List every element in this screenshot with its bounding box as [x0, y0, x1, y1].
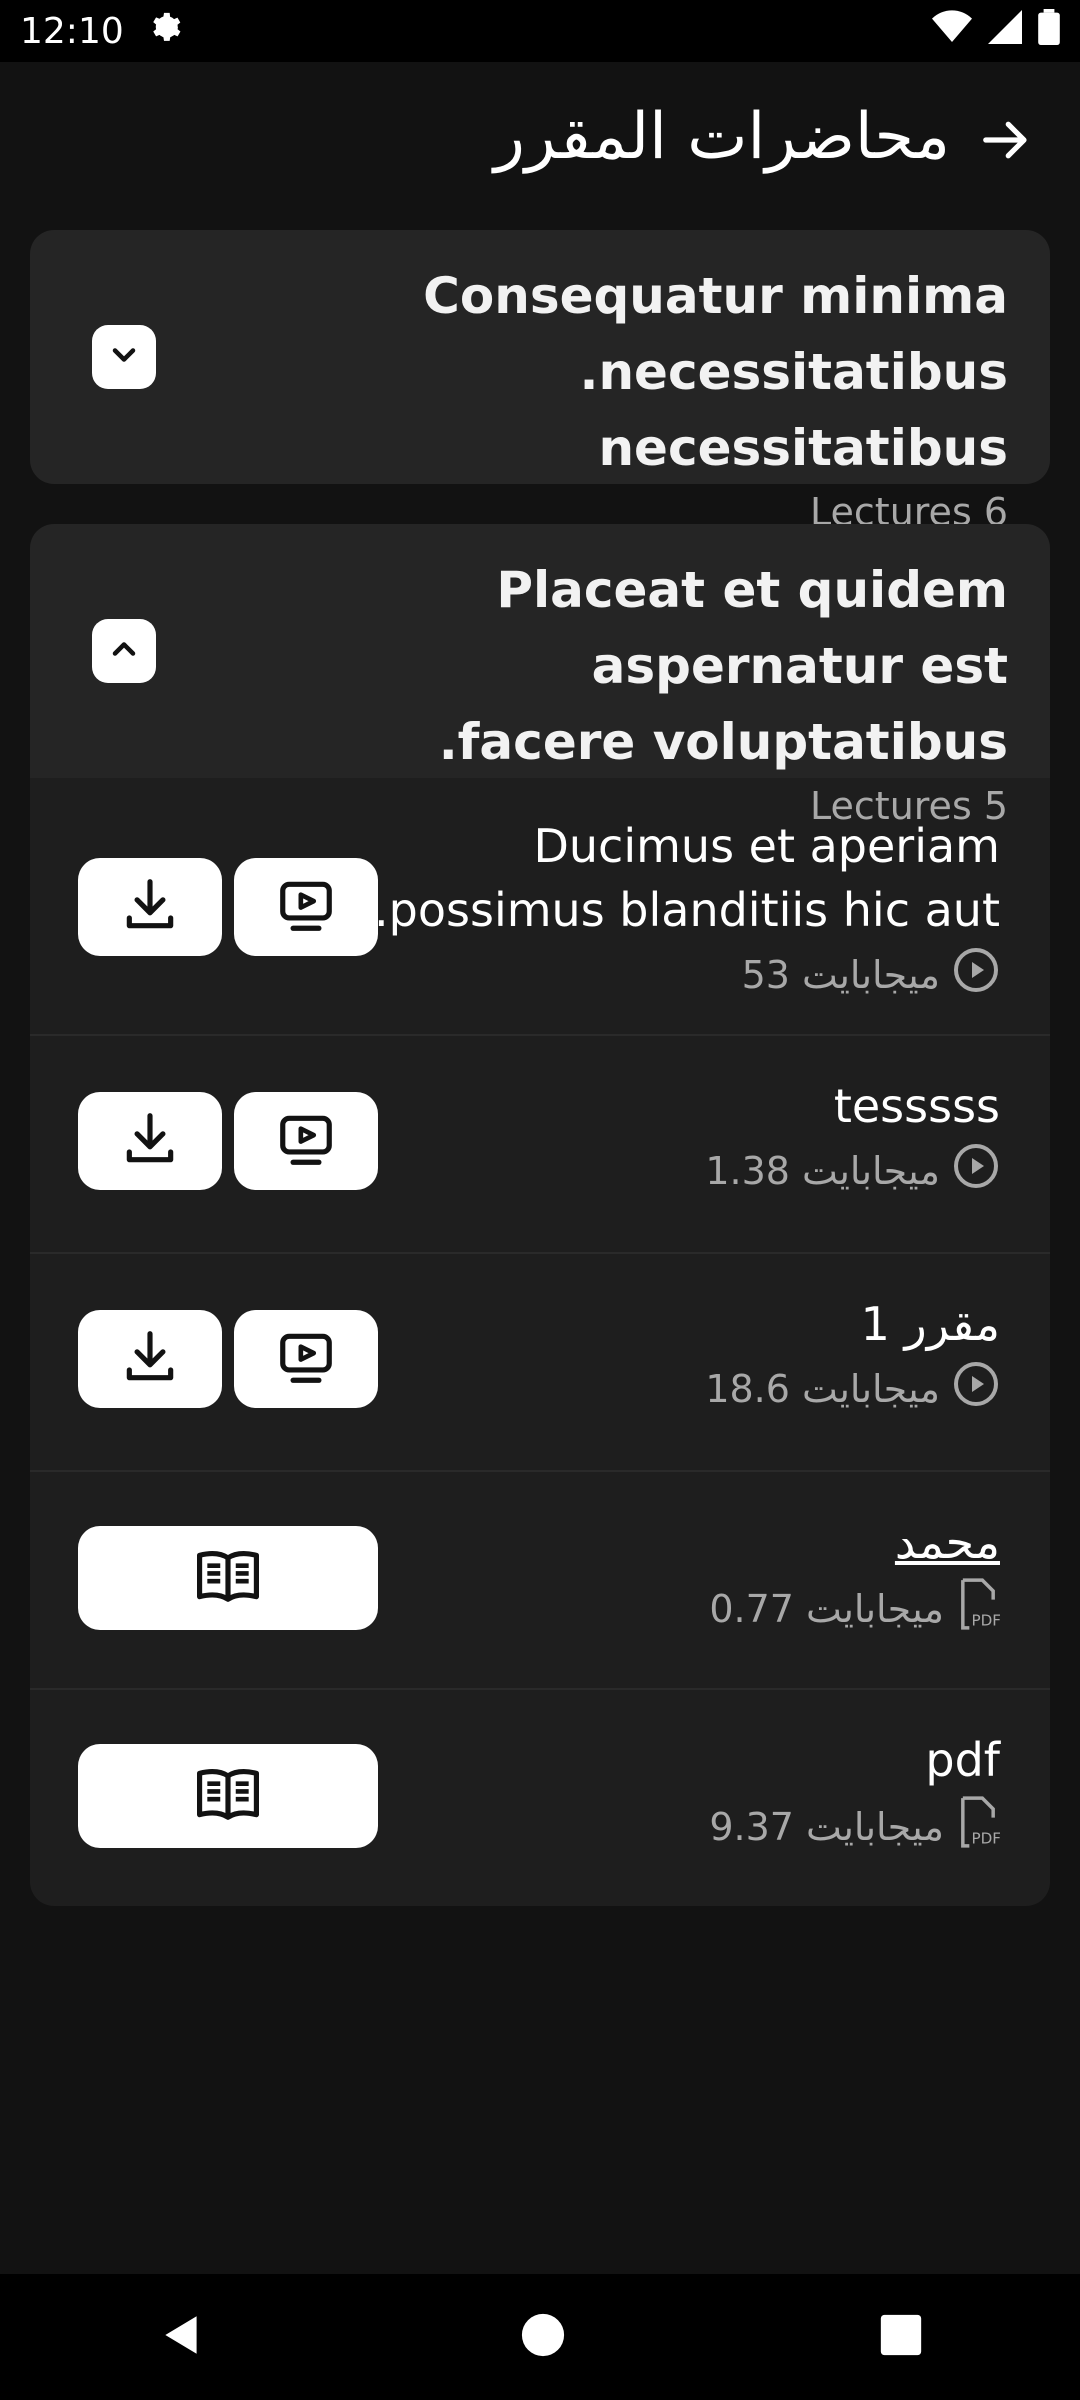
watch-button[interactable]	[234, 858, 378, 956]
download-button[interactable]	[78, 1092, 222, 1190]
download-icon	[119, 874, 181, 940]
video-player-icon	[275, 1108, 337, 1174]
file-size: 0.77 ميجابايت	[709, 1586, 944, 1631]
section-title-line: Placeat et quidem aspernatur est	[496, 561, 1008, 695]
section-title-line: Consequatur minima	[423, 267, 1008, 325]
collapse-button[interactable]	[92, 619, 156, 683]
status-right	[932, 8, 1060, 54]
play-circle-icon	[952, 1360, 1000, 1417]
video-player-icon	[275, 1326, 337, 1392]
file-size: 18.6 ميجابايت	[705, 1366, 940, 1411]
list-item: Ducimus et aperiam .possimus blanditiis …	[30, 778, 1050, 1034]
file-size: 1.38 ميجابايت	[705, 1148, 940, 1193]
file-size: 53 ميجابايت	[741, 952, 940, 997]
expand-button[interactable]	[92, 325, 156, 389]
download-button[interactable]	[78, 858, 222, 956]
file-size: 9.37 ميجابايت	[709, 1804, 944, 1849]
back-button[interactable]	[976, 112, 1036, 172]
chevron-down-icon	[106, 337, 142, 377]
open-book-icon	[194, 1763, 262, 1829]
chevron-up-icon	[106, 631, 142, 671]
section-header[interactable]: Placeat et quidem aspernatur est .facere…	[30, 524, 1050, 828]
status-time: 12:10	[20, 10, 124, 52]
download-icon	[119, 1108, 181, 1174]
app-header: محاضرات المقرر	[0, 62, 1080, 212]
nav-recents-button[interactable]	[879, 2313, 923, 2361]
list-item: tesssss 1.38 ميجابايت	[30, 1034, 1050, 1252]
section-title: Placeat et quidem aspernatur est .facere…	[72, 552, 1008, 780]
section-card: Placeat et quidem aspernatur est .facere…	[30, 524, 1050, 1906]
list-item: pdf 9.37 ميجابايت PDF	[30, 1688, 1050, 1906]
svg-text:PDF: PDF	[972, 1830, 1001, 1848]
section-title-line: .necessitatibus necessitatibus	[579, 343, 1008, 477]
status-left: 12:10	[20, 10, 182, 53]
signal-icon	[988, 9, 1022, 53]
arrow-right-icon	[979, 113, 1033, 171]
list-item: محمد 0.77 ميجابايت PDF	[30, 1470, 1050, 1688]
play-circle-icon	[952, 946, 1000, 1003]
battery-icon	[1038, 8, 1060, 54]
settings-icon	[148, 10, 182, 53]
section-card[interactable]: Consequatur minima .necessitatibus neces…	[30, 230, 1050, 534]
play-circle-icon	[952, 1142, 1000, 1199]
download-icon	[119, 1326, 181, 1392]
read-button[interactable]	[78, 1526, 378, 1630]
page-title: محاضرات المقرر	[494, 100, 950, 174]
section-title: Consequatur minima .necessitatibus neces…	[72, 258, 1008, 486]
status-bar: 12:10	[0, 0, 1080, 62]
video-player-icon	[275, 874, 337, 940]
wifi-icon	[932, 9, 972, 53]
lecture-list: Ducimus et aperiam .possimus blanditiis …	[30, 778, 1050, 1906]
open-book-icon	[194, 1545, 262, 1611]
list-item: مقرر 1 18.6 ميجابايت	[30, 1252, 1050, 1470]
nav-home-button[interactable]	[520, 2312, 566, 2362]
watch-button[interactable]	[234, 1310, 378, 1408]
pdf-file-icon: PDF	[956, 1578, 1001, 1639]
nav-back-button[interactable]	[157, 2310, 207, 2364]
system-nav-bar	[0, 2274, 1080, 2400]
download-button[interactable]	[78, 1310, 222, 1408]
section-header[interactable]: Consequatur minima .necessitatibus neces…	[30, 230, 1050, 560]
svg-text:PDF: PDF	[972, 1612, 1001, 1630]
pdf-file-icon: PDF	[956, 1796, 1001, 1857]
section-title-line: .facere voluptatibus	[438, 713, 1008, 771]
watch-button[interactable]	[234, 1092, 378, 1190]
read-button[interactable]	[78, 1744, 378, 1848]
